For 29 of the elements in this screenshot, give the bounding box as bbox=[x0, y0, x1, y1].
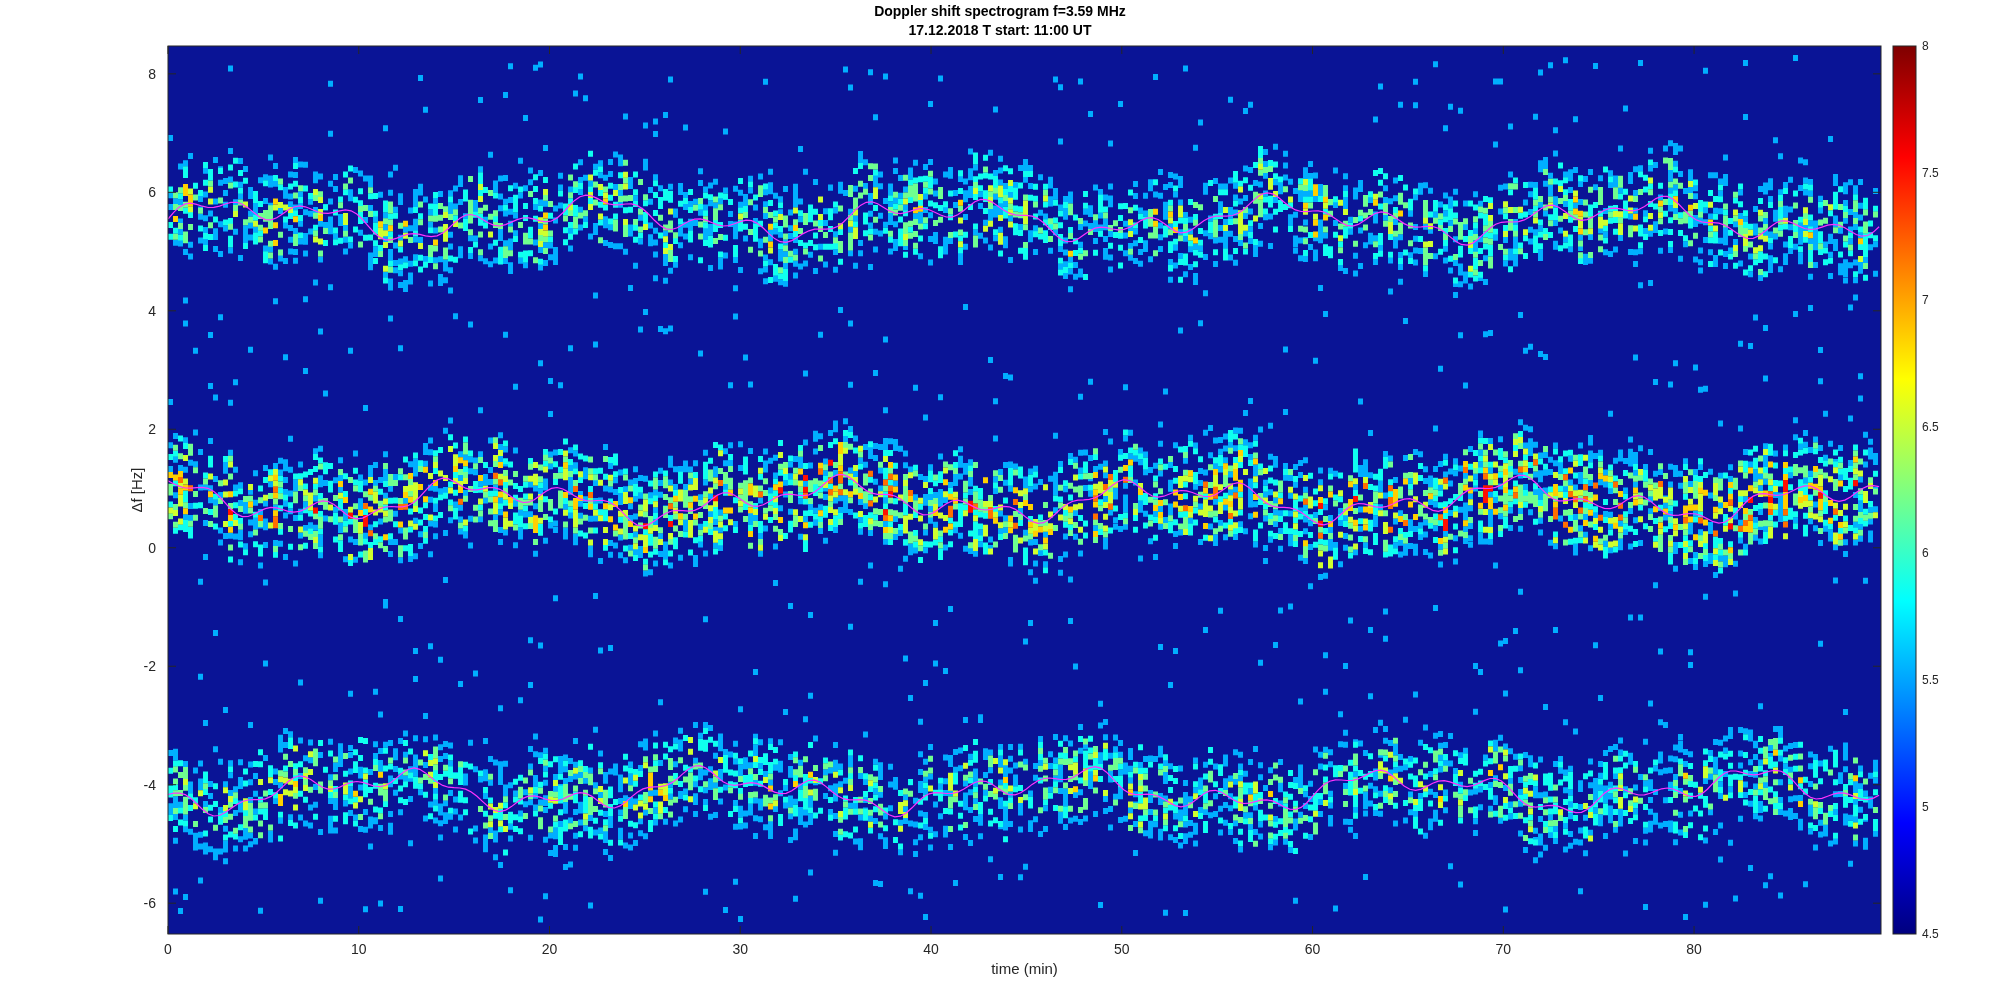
tick-label: 80 bbox=[1686, 941, 1702, 957]
tick-label: 70 bbox=[1495, 941, 1512, 957]
colorbar-tick-label: 7.5 bbox=[1922, 165, 1939, 180]
tick-label: 30 bbox=[732, 941, 749, 957]
tick-label: -2 bbox=[143, 658, 156, 675]
colorbar-tick-label: 6.5 bbox=[1922, 419, 1939, 434]
tick-label: 8 bbox=[148, 65, 156, 82]
tick-label: 2 bbox=[148, 421, 156, 438]
axis-label: time (min) bbox=[991, 960, 1058, 977]
tick-label: 6 bbox=[148, 184, 156, 201]
tick-label: 4 bbox=[148, 302, 156, 319]
colorbar-tick-label: 8 bbox=[1922, 40, 1929, 53]
tick-label: 10 bbox=[350, 941, 367, 957]
colorbar-tick-label: 6 bbox=[1922, 546, 1929, 561]
tick-label: -6 bbox=[143, 895, 156, 912]
tick-label: 40 bbox=[923, 941, 939, 957]
tick-label: 0 bbox=[148, 539, 156, 556]
colorbar-tick-label: 5 bbox=[1922, 800, 1929, 815]
colorbar-tick-label: 5.5 bbox=[1922, 673, 1939, 688]
tick-label: 50 bbox=[1114, 941, 1130, 957]
tick-label: 60 bbox=[1304, 941, 1321, 957]
tick-label: -4 bbox=[143, 776, 156, 793]
chart-subtitle: 17.12.2018 T start: 11:00 UT bbox=[908, 21, 1092, 40]
chart-title: Doppler shift spectrogram f=3.59 MHz bbox=[874, 2, 1126, 21]
tick-label: 20 bbox=[541, 941, 558, 957]
tick-label: 0 bbox=[164, 941, 172, 957]
axis-label: Δf [Hz] bbox=[128, 467, 145, 513]
colorbar-tick-label: 4.5 bbox=[1922, 927, 1939, 941]
colorbar-tick-label: 7 bbox=[1922, 292, 1929, 307]
